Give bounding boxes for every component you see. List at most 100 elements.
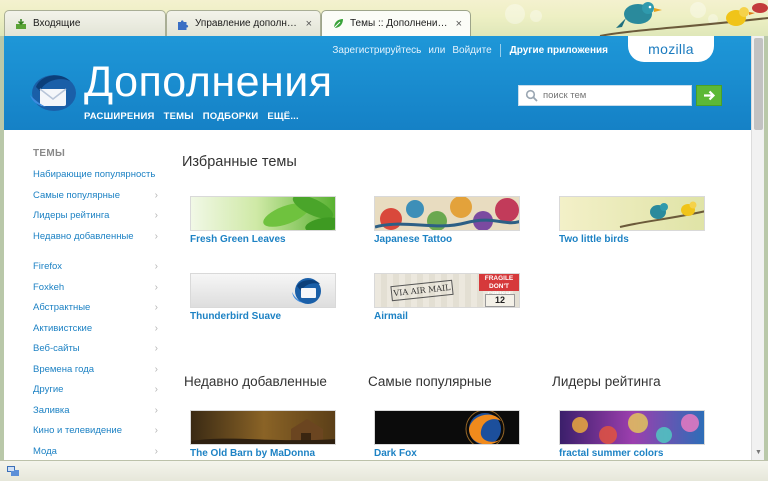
chevron-right-icon: › <box>154 363 158 375</box>
tab-label: Управление дополнения... <box>195 18 300 29</box>
theme-card-fractal-summer[interactable]: fractal summer colors <box>559 410 705 459</box>
tab-addon-manager[interactable]: Управление дополнения... × <box>166 10 321 36</box>
scroll-down-arrow-icon[interactable]: ▼ <box>754 448 763 458</box>
sidebar-item-recent[interactable]: Недавно добавленные › <box>33 230 158 251</box>
theme-name[interactable]: Fresh Green Leaves <box>190 234 336 245</box>
chevron-right-icon: › <box>154 230 158 242</box>
sidebar-item-label: Кино и телевидение <box>33 425 123 436</box>
sidebar-item-label: Недавно добавленные <box>33 230 134 242</box>
sidebar-item-label: Foxkeh <box>33 281 65 293</box>
sidebar-item-label: Самые популярные <box>33 189 120 201</box>
sidebar-item-firefox[interactable]: Firefox › <box>33 260 158 281</box>
sidebar-item-other[interactable]: Другие › <box>33 383 158 404</box>
sidebar-item-label: Другие <box>33 384 64 395</box>
search-button[interactable] <box>696 85 722 106</box>
chevron-right-icon: › <box>154 189 158 201</box>
theme-card-fresh-green-leaves[interactable]: Fresh Green Leaves <box>190 196 336 245</box>
status-bar <box>0 460 768 481</box>
top-rated-heading: Лидеры рейтинга <box>552 374 661 389</box>
sidebar-item-label: Мода <box>33 445 57 457</box>
chevron-right-icon: › <box>154 425 158 436</box>
main-nav: РАСШИРЕНИЯ ТЕМЫ ПОДБОРКИ ЕЩЁ... <box>84 111 299 122</box>
or-text: или <box>428 45 446 56</box>
birds-branch-decoration <box>599 2 768 36</box>
nav-divider <box>499 44 501 57</box>
sidebar-item-causes[interactable]: Активистские › <box>33 322 158 343</box>
tab-label: Входящие <box>33 18 81 29</box>
sidebar-item-label: Заливка <box>33 404 70 416</box>
theme-card-thunderbird-suave[interactable]: Thunderbird Suave <box>190 273 336 322</box>
register-link[interactable]: Зарегистрируйтесь <box>332 45 421 56</box>
sidebar-item-label: Лидеры рейтинга <box>33 210 110 221</box>
tab-bar: Входящие Управление дополнения... × Темы… <box>0 0 768 36</box>
sidebar-item-film-tv[interactable]: Кино и телевидение › <box>33 424 158 445</box>
featured-heading: Избранные темы <box>182 154 297 170</box>
puzzle-icon <box>178 19 189 30</box>
sidebar-item-solid[interactable]: Заливка › <box>33 404 158 425</box>
tab-inbox[interactable]: Входящие <box>4 10 166 36</box>
scrollbar-thumb[interactable] <box>754 38 763 130</box>
sidebar-item-websites[interactable]: Веб-сайты › <box>33 342 158 363</box>
nav-extensions[interactable]: РАСШИРЕНИЯ <box>84 111 155 122</box>
vertical-scrollbar[interactable]: ▼ <box>751 36 764 460</box>
tab-label: Темы :: Дополнения Thu... <box>350 18 450 29</box>
theme-card-airmail[interactable]: VIA AIR MAIL FRAGILEDON'T CRUSH 12 Airma… <box>374 273 520 322</box>
other-apps-link[interactable]: Другие приложения <box>510 45 608 56</box>
sidebar-item-trending[interactable]: Набирающие популярность <box>33 168 158 189</box>
chevron-right-icon: › <box>154 322 158 334</box>
mozilla-wordmark: mozilla <box>648 41 694 57</box>
nav-more[interactable]: ЕЩЁ... <box>267 111 299 122</box>
offline-status-icon[interactable] <box>6 464 20 478</box>
window-frame-right <box>764 36 768 481</box>
close-icon[interactable]: × <box>450 18 462 30</box>
theme-name[interactable]: Two little birds <box>559 234 705 245</box>
search-box[interactable] <box>518 85 692 106</box>
sidebar-item-label: Веб-сайты <box>33 343 80 354</box>
sidebar-item-abstract[interactable]: Абстрактные › <box>33 301 158 322</box>
fragile-label: FRAGILEDON'T CRUSH <box>479 274 519 298</box>
close-icon[interactable]: × <box>300 18 312 30</box>
sidebar-item-foxkeh[interactable]: Foxkeh › <box>33 281 158 302</box>
web-page: Зарегистрируйтесь или Войдите Другие при… <box>4 36 751 460</box>
sidebar-item-label: Времена года <box>33 363 95 375</box>
theme-preview <box>190 410 336 445</box>
tab-themes[interactable]: Темы :: Дополнения Thu... × <box>321 10 471 36</box>
theme-name[interactable]: The Old Barn by MaDonna <box>190 448 336 459</box>
sidebar-item-fashion[interactable]: Мода › <box>33 445 158 461</box>
theme-preview <box>374 196 520 231</box>
theme-name[interactable]: Airmail <box>374 311 520 322</box>
theme-name[interactable]: fractal summer colors <box>559 448 705 459</box>
theme-preview <box>374 410 520 445</box>
chevron-right-icon: › <box>154 261 158 272</box>
theme-card-dark-fox[interactable]: Dark Fox <box>374 410 520 459</box>
chevron-right-icon: › <box>154 445 158 457</box>
popular-heading: Самые популярные <box>368 374 492 389</box>
search-input[interactable] <box>543 90 683 101</box>
theme-name[interactable]: Thunderbird Suave <box>190 311 336 322</box>
thunderbird-logo[interactable] <box>26 69 82 113</box>
theme-preview <box>559 410 705 445</box>
nav-themes[interactable]: ТЕМЫ <box>164 111 194 122</box>
chevron-right-icon: › <box>154 343 158 354</box>
theme-name[interactable]: Dark Fox <box>374 448 520 459</box>
mozilla-tab[interactable]: mozilla <box>628 36 714 62</box>
chevron-right-icon: › <box>154 404 158 416</box>
account-nav: Зарегистрируйтесь или Войдите Другие при… <box>332 44 608 57</box>
sort-list: Набирающие популярность Самые популярные… <box>33 168 158 250</box>
theme-card-japanese-tattoo[interactable]: Japanese Tattoo <box>374 196 520 245</box>
theme-name[interactable]: Japanese Tattoo <box>374 234 520 245</box>
sidebar-item-popular[interactable]: Самые популярные › <box>33 189 158 210</box>
inbox-icon <box>16 18 26 29</box>
category-list: Firefox › Foxkeh › Абстрактные › Активистск… <box>33 260 158 460</box>
sidebar-item-seasons[interactable]: Времена года › <box>33 363 158 384</box>
login-link[interactable]: Войдите <box>452 45 491 56</box>
search-icon <box>525 89 538 102</box>
chevron-right-icon: › <box>154 384 158 395</box>
theme-card-two-little-birds[interactable]: Two little birds <box>559 196 705 245</box>
parcel-number: 12 <box>485 294 515 307</box>
theme-card-old-barn[interactable]: The Old Barn by MaDonna <box>190 410 336 459</box>
sidebar-item-top-rated[interactable]: Лидеры рейтинга › <box>33 209 158 230</box>
nav-collections[interactable]: ПОДБОРКИ <box>203 111 259 122</box>
chevron-right-icon: › <box>154 281 158 293</box>
